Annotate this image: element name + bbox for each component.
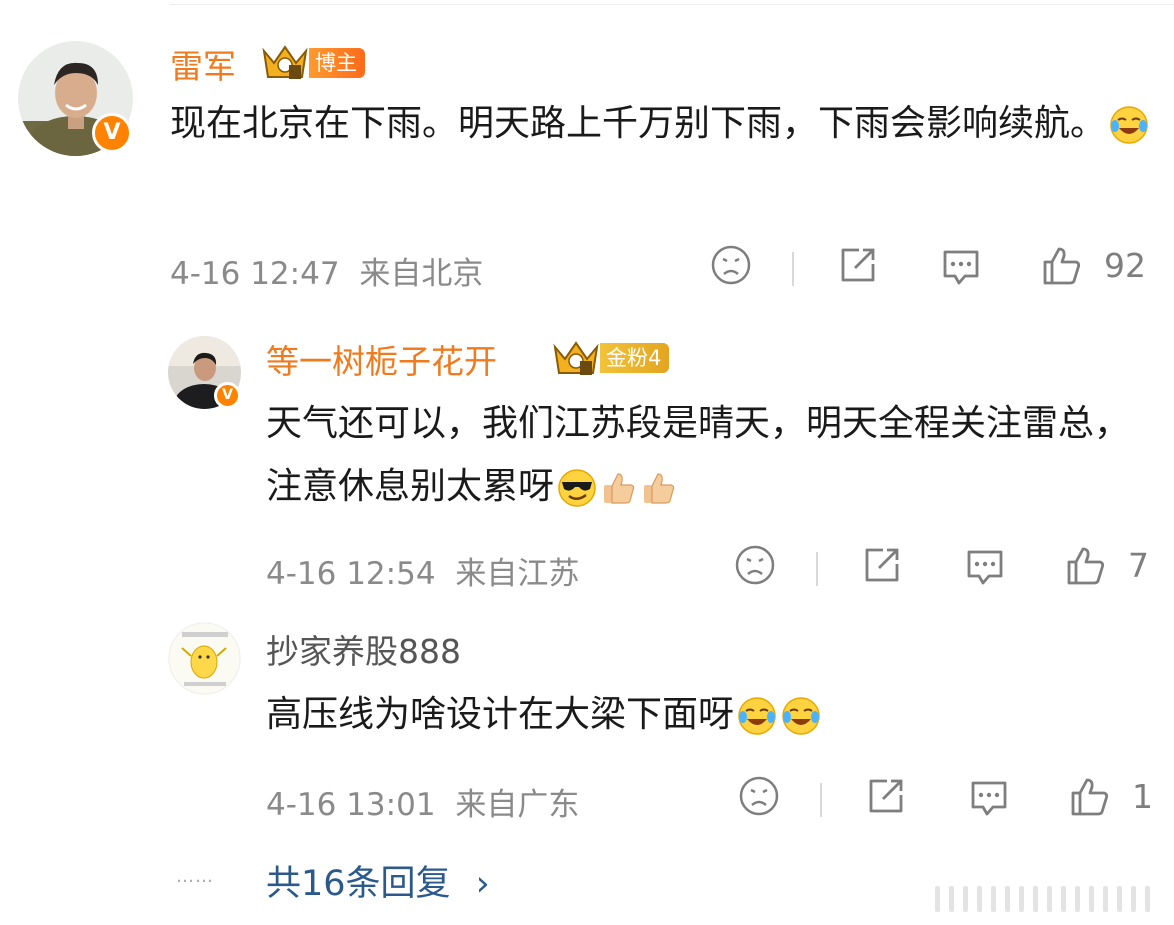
username[interactable]: 雷军	[170, 40, 236, 88]
crown-level-icon	[553, 341, 599, 375]
ellipsis-dots: ……	[176, 866, 214, 887]
avatar[interactable]: V	[168, 336, 241, 409]
share-icon[interactable]	[837, 244, 879, 286]
divider	[820, 783, 822, 817]
share-icon[interactable]	[861, 544, 903, 586]
avatar[interactable]	[168, 622, 241, 695]
like-thumb-icon[interactable]	[1040, 244, 1084, 288]
top-divider	[170, 4, 1174, 5]
thumbs-up-emoji-icon	[604, 473, 635, 504]
location: 来自北京	[359, 256, 484, 292]
like-count: 7	[1128, 546, 1149, 585]
comment-meta: 4-16 13:01 来自广东	[266, 779, 579, 824]
watermark-stripes	[935, 886, 1150, 912]
like-thumb-icon[interactable]	[1068, 775, 1112, 819]
thumbs-up-emoji-icon	[644, 473, 675, 504]
share-icon[interactable]	[865, 775, 907, 817]
comment-meta: 4-16 12:54 来自江苏	[266, 548, 579, 593]
crown-level-icon	[262, 45, 308, 79]
username[interactable]: 抄家养股888	[266, 625, 461, 673]
comment-actions: 1	[728, 775, 1160, 825]
more-replies-link[interactable]: 共16条回复 ›	[266, 855, 490, 906]
verified-badge-icon: V	[92, 113, 132, 153]
comment-text: 天气还可以，我们江苏段是晴天，明天全程关注雷总，注意休息别太累呀	[266, 403, 1131, 507]
like-count: 92	[1104, 246, 1146, 285]
username[interactable]: 等一树栀子花开	[266, 335, 497, 383]
dislike-face-icon[interactable]	[734, 544, 776, 586]
comment-actions: 7	[724, 544, 1160, 594]
comment-actions: 92	[700, 244, 1160, 294]
reply-comment-icon[interactable]	[963, 544, 1007, 588]
timestamp: 4-16 13:01	[266, 787, 436, 823]
chevron-right-icon: ›	[475, 864, 490, 904]
avatar[interactable]: V	[18, 41, 133, 156]
cool-sunglasses-emoji-icon	[558, 469, 596, 507]
reply-comment-icon[interactable]	[939, 244, 983, 288]
location: 来自江苏	[455, 556, 580, 592]
comment-text: 现在北京在下雨。明天路上千万别下雨，下雨会影响续航。	[170, 92, 1155, 155]
verified-badge-icon: V	[214, 382, 241, 409]
reply-comment-icon[interactable]	[967, 775, 1011, 819]
like-thumb-icon[interactable]	[1064, 544, 1108, 588]
divider	[792, 252, 794, 286]
comment-text: 高压线为啥设计在大梁下面呀	[266, 683, 1156, 746]
laugh-cry-emoji-icon	[738, 697, 776, 735]
timestamp: 4-16 12:54	[266, 556, 436, 592]
blogger-badge: 博主	[309, 48, 365, 78]
comment-meta: 4-16 12:47 来自北京	[170, 248, 483, 293]
divider	[816, 552, 818, 586]
dislike-face-icon[interactable]	[710, 244, 752, 286]
more-replies-label: 共16条回复	[266, 864, 451, 904]
laugh-cry-emoji-icon	[782, 697, 820, 735]
like-count: 1	[1132, 777, 1153, 816]
location: 来自广东	[455, 787, 580, 823]
dislike-face-icon[interactable]	[738, 775, 780, 817]
timestamp: 4-16 12:47	[170, 256, 340, 292]
laugh-cry-emoji-icon	[1110, 106, 1148, 144]
fan-level-badge: 金粉4	[600, 343, 670, 373]
